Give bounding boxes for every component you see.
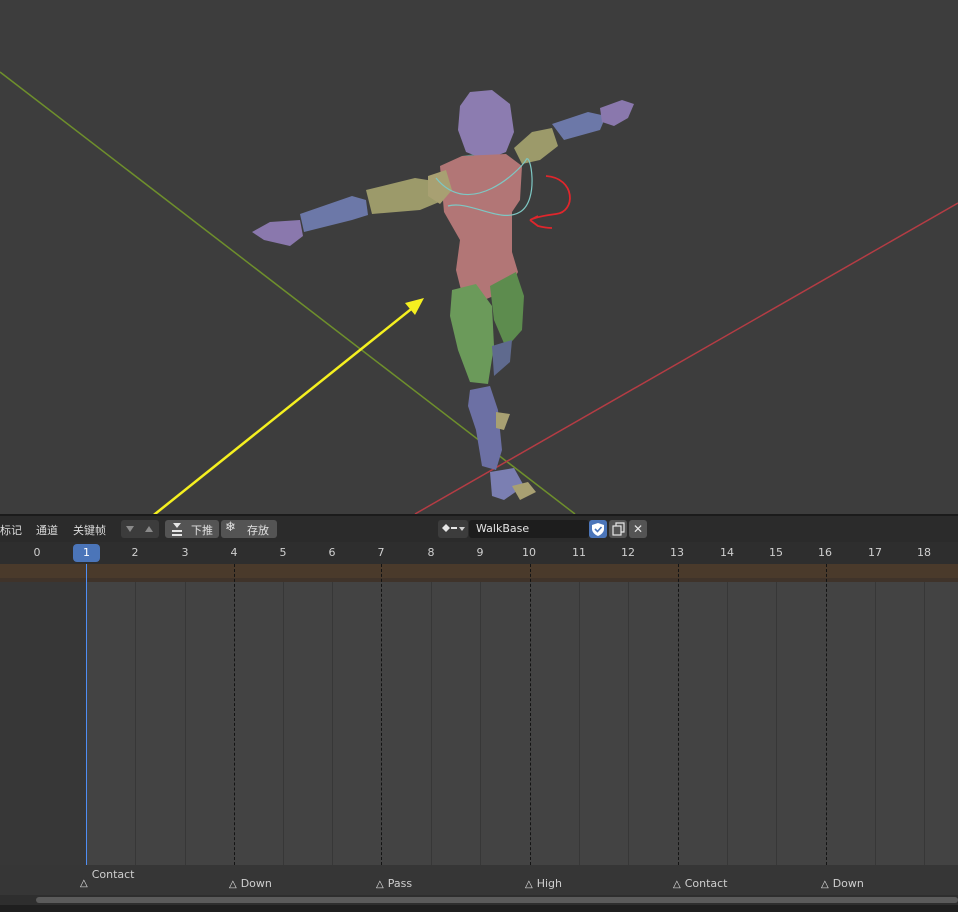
- left-forearm: [300, 196, 368, 232]
- right-forearm: [552, 112, 606, 140]
- marker-pass[interactable]: △ Pass: [376, 877, 412, 890]
- marker-label: Contact: [91, 868, 135, 881]
- fake-user-toggle[interactable]: [589, 520, 607, 538]
- snowflake-icon: ❄: [225, 520, 236, 535]
- out-of-range-shading: [0, 582, 86, 865]
- marker-label: Contact: [684, 877, 728, 890]
- marker-triangle-icon: △: [525, 879, 533, 890]
- frame-number: 8: [427, 546, 435, 559]
- marker-contact-2[interactable]: △ Contact: [673, 877, 728, 890]
- marker-triangle-icon: △: [80, 878, 88, 889]
- left-hand: [252, 220, 303, 246]
- frame-number: 13: [670, 546, 684, 559]
- grid-line: [875, 582, 876, 865]
- frame-number: 18: [917, 546, 931, 559]
- action-name-field[interactable]: WalkBase: [469, 520, 589, 538]
- frame-number: 16: [818, 546, 832, 559]
- marker-line: [678, 564, 679, 865]
- grid-line: [185, 582, 186, 865]
- frame-number: 4: [230, 546, 238, 559]
- character-rig[interactable]: [252, 90, 634, 500]
- frame-number: 0: [33, 546, 41, 559]
- marker-label: Down: [240, 877, 272, 890]
- right-shin: [492, 340, 512, 376]
- frame-number: 6: [328, 546, 336, 559]
- action-icon: [442, 524, 465, 532]
- stash-button[interactable]: ❄ 存放: [221, 520, 277, 538]
- marker-triangle-icon: △: [821, 879, 829, 890]
- marker-label: Down: [832, 877, 864, 890]
- frame-number: 14: [720, 546, 734, 559]
- grid-line: [135, 582, 136, 865]
- grid-line: [579, 582, 580, 865]
- playhead[interactable]: [86, 564, 87, 865]
- filter-down-up-icon: [126, 526, 153, 532]
- frame-number: 12: [621, 546, 635, 559]
- frame-number: 17: [868, 546, 882, 559]
- frame-ruler[interactable]: 0 2 3 4 5 6 7 8 9 10 11 12 13 14 15 16 1…: [0, 542, 958, 564]
- marker-label: High: [536, 877, 562, 890]
- summary-row: [0, 564, 958, 582]
- grid-line: [727, 582, 728, 865]
- frame-number: 10: [522, 546, 536, 559]
- stash-label: 存放: [247, 524, 269, 537]
- marker-line: [826, 564, 827, 865]
- marker-line: [381, 564, 382, 865]
- filter-toggle-button[interactable]: [121, 520, 159, 538]
- frame-number: 9: [476, 546, 484, 559]
- frame-number: 2: [131, 546, 139, 559]
- marker-row: △Contact △ Down △ Pass △ High △ Contact △ Dow…: [0, 865, 958, 895]
- menu-markers[interactable]: 标记: [0, 522, 22, 538]
- rotation-arrow-icon: [529, 175, 571, 229]
- horizontal-scrollbar[interactable]: [0, 895, 958, 905]
- left-thigh: [450, 284, 494, 384]
- grid-line: [283, 582, 284, 865]
- push-down-label: 下推: [191, 524, 213, 537]
- marker-down[interactable]: △ Down: [229, 877, 272, 890]
- menu-keyframes[interactable]: 关键帧: [73, 522, 106, 538]
- menu-channels[interactable]: 通道: [36, 522, 58, 538]
- close-icon[interactable]: ✕: [629, 520, 647, 538]
- right-hand: [600, 100, 634, 126]
- duplicate-icon: [612, 522, 625, 536]
- frame-number: 15: [769, 546, 783, 559]
- right-upper-arm: [514, 128, 558, 164]
- marker-triangle-icon: △: [229, 879, 237, 890]
- frame-number: 7: [377, 546, 385, 559]
- status-bar: [0, 905, 958, 912]
- marker-high[interactable]: △ High: [525, 877, 562, 890]
- marker-triangle-icon: △: [376, 879, 384, 890]
- grid-line: [37, 582, 38, 865]
- push-down-icon: [172, 523, 182, 536]
- marker-down-2[interactable]: △ Down: [821, 877, 864, 890]
- annotation-arrow: [152, 301, 421, 514]
- current-frame-indicator[interactable]: 1: [73, 544, 100, 562]
- grid-line: [332, 582, 333, 865]
- frame-number: 3: [181, 546, 189, 559]
- right-foot: [496, 412, 510, 430]
- viewport-scene: [0, 71, 958, 514]
- head: [458, 90, 514, 160]
- scrollbar-thumb[interactable]: [36, 897, 958, 903]
- frame-number: 11: [572, 546, 586, 559]
- shield-icon: [592, 523, 604, 536]
- duplicate-action-button[interactable]: [609, 520, 627, 538]
- grid-line: [480, 582, 481, 865]
- 3d-viewport[interactable]: [0, 0, 958, 514]
- marker-line: [234, 564, 235, 865]
- action-browse-button[interactable]: [438, 520, 468, 538]
- marker-contact[interactable]: △Contact: [80, 868, 135, 889]
- grid-line: [924, 582, 925, 865]
- grid-line: [628, 582, 629, 865]
- dopesheet-header: 标记 通道 关键帧 下推 ❄ 存放 WalkBase ✕: [0, 516, 958, 542]
- grid-line: [776, 582, 777, 865]
- right-thigh: [490, 272, 524, 348]
- frame-number: 5: [279, 546, 287, 559]
- marker-triangle-icon: △: [673, 879, 681, 890]
- marker-label: Pass: [387, 877, 413, 890]
- push-down-button[interactable]: 下推: [165, 520, 219, 538]
- marker-line: [530, 564, 531, 865]
- grid-line: [431, 582, 432, 865]
- keyframe-area[interactable]: [0, 564, 958, 865]
